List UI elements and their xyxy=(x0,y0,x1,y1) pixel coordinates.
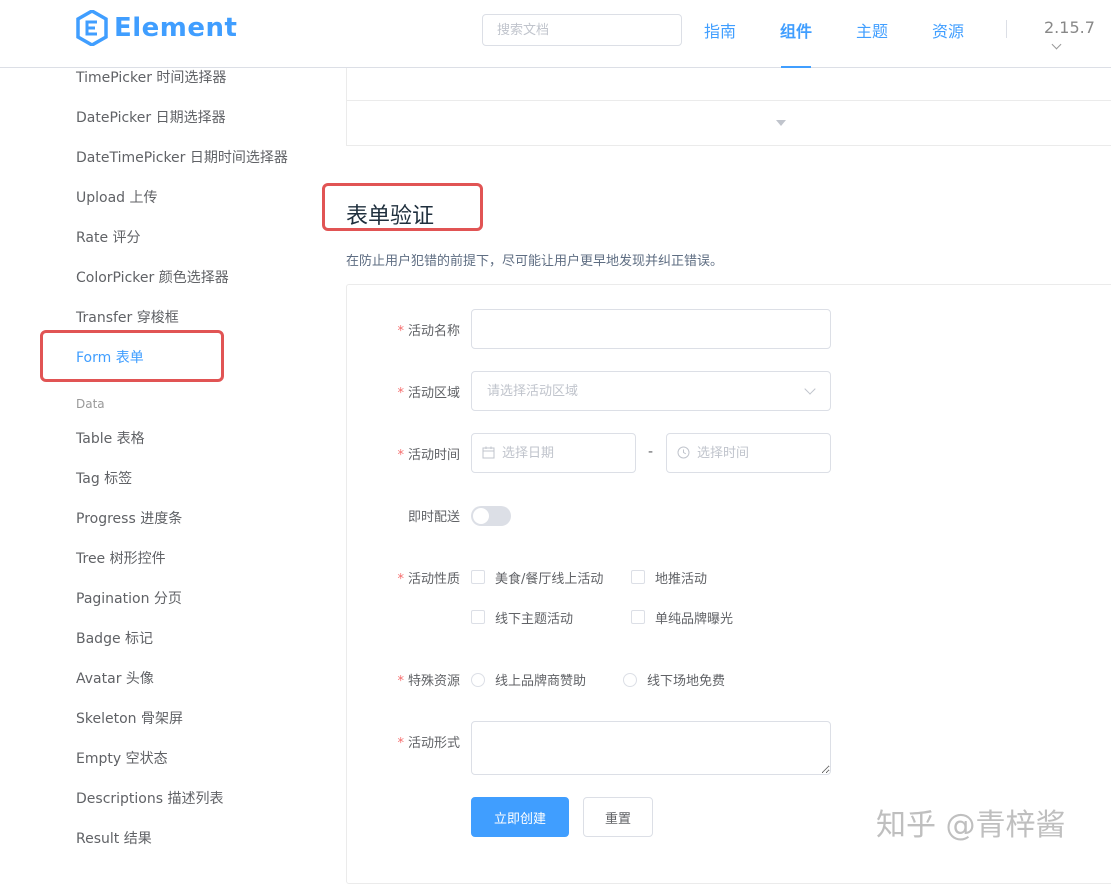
sidebar-item-progress[interactable]: Progress 进度条 xyxy=(76,508,182,528)
activity-name-label-text: 活动名称 xyxy=(407,324,460,339)
activity-name-input[interactable] xyxy=(471,309,831,349)
radio-label-online-sponsor[interactable]: 线上品牌商赞助 xyxy=(495,670,586,689)
checkbox-offline-theme[interactable] xyxy=(471,610,485,624)
sidebar-group-data: Data xyxy=(76,397,105,411)
time-picker-input[interactable] xyxy=(666,433,831,473)
required-mark: * xyxy=(397,324,404,339)
sidebar-highlight-box xyxy=(40,330,224,382)
nav-active-indicator xyxy=(781,66,811,68)
sidebar-item-datetimepicker[interactable]: DateTimePicker 日期时间选择器 xyxy=(76,147,288,167)
reset-button[interactable]: 重置 xyxy=(583,797,653,837)
version-dropdown[interactable]: 2.15.7 xyxy=(1044,18,1111,56)
instant-delivery-label: 即时配送 xyxy=(407,510,460,525)
required-mark: * xyxy=(397,572,404,587)
instant-delivery-switch[interactable] xyxy=(471,506,511,526)
activity-type-label: * 活动性质 xyxy=(346,568,460,587)
switch-knob xyxy=(473,508,489,524)
demo-divider xyxy=(347,100,1111,101)
activity-time-label-text: 活动时间 xyxy=(407,448,460,463)
sidebar-item-avatar[interactable]: Avatar 头像 xyxy=(76,668,154,688)
sidebar-item-timepicker[interactable]: TimePicker 时间选择器 xyxy=(76,67,226,87)
nav-component[interactable]: 组件 xyxy=(780,18,812,42)
activity-region-label: * 活动区域 xyxy=(346,382,460,401)
required-mark: * xyxy=(397,736,404,751)
title-highlight-box xyxy=(322,183,483,231)
logo-text: Element xyxy=(114,13,238,43)
radio-offline-venue[interactable] xyxy=(623,673,637,687)
sidebar-item-colorpicker[interactable]: ColorPicker 颜色选择器 xyxy=(76,267,229,287)
nav-divider xyxy=(1006,20,1007,38)
search-docs-input[interactable] xyxy=(482,14,682,46)
expand-code-icon[interactable] xyxy=(776,120,786,126)
element-logo[interactable]: Element xyxy=(76,10,237,46)
nav-theme[interactable]: 主题 xyxy=(856,18,888,42)
radio-label-offline-venue[interactable]: 线下场地免费 xyxy=(647,670,725,689)
calendar-icon xyxy=(482,446,495,459)
nav-resource[interactable]: 资源 xyxy=(932,18,964,42)
sidebar-item-empty[interactable]: Empty 空状态 xyxy=(76,748,168,768)
time-range-separator: - xyxy=(648,444,654,460)
top-header: Element 指南 组件 主题 资源 2.15.7 xyxy=(0,0,1111,68)
sidebar-item-transfer[interactable]: Transfer 穿梭框 xyxy=(76,307,179,327)
date-picker-input[interactable] xyxy=(471,433,636,473)
radio-online-sponsor[interactable] xyxy=(471,673,485,687)
sidebar-item-skeleton[interactable]: Skeleton 骨架屏 xyxy=(76,708,183,728)
chevron-down-icon xyxy=(1051,39,1062,50)
version-label: 2.15.7 xyxy=(1044,18,1095,37)
checkbox-label-ground-promo[interactable]: 地推活动 xyxy=(655,568,707,587)
activity-form-textarea[interactable] xyxy=(471,721,831,775)
create-button[interactable]: 立即创建 xyxy=(471,797,569,837)
sidebar-item-tree[interactable]: Tree 树形控件 xyxy=(76,548,166,568)
special-resource-label-text: 特殊资源 xyxy=(407,674,460,689)
activity-form-label: * 活动形式 xyxy=(346,732,460,751)
sidebar-item-pagination[interactable]: Pagination 分页 xyxy=(76,588,182,608)
sidebar-item-upload[interactable]: Upload 上传 xyxy=(76,187,158,207)
previous-demo-block xyxy=(346,68,1111,146)
clock-icon xyxy=(677,446,690,459)
checkbox-label-offline-theme[interactable]: 线下主题活动 xyxy=(495,608,573,627)
sidebar-item-descriptions[interactable]: Descriptions 描述列表 xyxy=(76,788,223,808)
activity-region-select[interactable] xyxy=(471,371,831,411)
required-mark: * xyxy=(397,674,404,689)
required-mark: * xyxy=(397,448,404,463)
nav-guide[interactable]: 指南 xyxy=(704,18,736,42)
sidebar-item-badge[interactable]: Badge 标记 xyxy=(76,628,153,648)
special-resource-label: * 特殊资源 xyxy=(346,670,460,689)
activity-time-label: * 活动时间 xyxy=(346,444,460,463)
activity-form-label-text: 活动形式 xyxy=(407,736,460,751)
checkbox-food-online[interactable] xyxy=(471,570,485,584)
sidebar-item-result[interactable]: Result 结果 xyxy=(76,828,152,848)
activity-region-label-text: 活动区域 xyxy=(407,386,460,401)
checkbox-label-food-online[interactable]: 美食/餐厅线上活动 xyxy=(495,568,603,587)
activity-name-label: * 活动名称 xyxy=(346,320,460,339)
zhihu-watermark: 知乎 @青梓酱 xyxy=(876,808,1066,843)
sidebar-item-rate[interactable]: Rate 评分 xyxy=(76,227,141,247)
element-logo-icon xyxy=(76,10,108,46)
sidebar-item-table[interactable]: Table 表格 xyxy=(76,428,145,448)
checkbox-label-brand-exposure[interactable]: 单纯品牌曝光 xyxy=(655,608,733,627)
required-mark: * xyxy=(397,386,404,401)
section-description: 在防止用户犯错的前提下，尽可能让用户更早地发现并纠正错误。 xyxy=(346,254,724,269)
sidebar-item-datepicker[interactable]: DatePicker 日期选择器 xyxy=(76,107,226,127)
checkbox-brand-exposure[interactable] xyxy=(631,610,645,624)
checkbox-ground-promo[interactable] xyxy=(631,570,645,584)
sidebar-item-tag[interactable]: Tag 标签 xyxy=(76,468,132,488)
activity-type-label-text: 活动性质 xyxy=(407,572,460,587)
